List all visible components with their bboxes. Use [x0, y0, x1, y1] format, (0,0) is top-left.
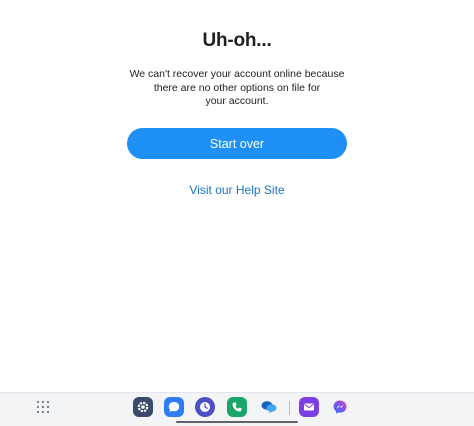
taskbar [0, 392, 474, 426]
home-indicator[interactable] [176, 421, 298, 423]
error-message: We can't recover your account online bec… [129, 68, 345, 107]
help-site-link[interactable]: Visit our Help Site [0, 183, 474, 197]
settings-icon[interactable] [133, 397, 153, 417]
account-recovery-page: Uh-oh... We can't recover your account o… [0, 0, 474, 392]
chat-bubbles-icon[interactable] [259, 397, 279, 417]
dock-separator [289, 401, 290, 415]
clock-icon[interactable] [195, 397, 215, 417]
page-title: Uh-oh... [202, 30, 272, 51]
phone-icon[interactable] [227, 397, 247, 417]
email-icon[interactable] [299, 397, 319, 417]
messenger-icon[interactable] [330, 397, 350, 417]
apps-grid-icon[interactable] [37, 401, 51, 415]
messages-icon[interactable] [164, 397, 184, 417]
start-over-button[interactable]: Start over [127, 128, 347, 159]
